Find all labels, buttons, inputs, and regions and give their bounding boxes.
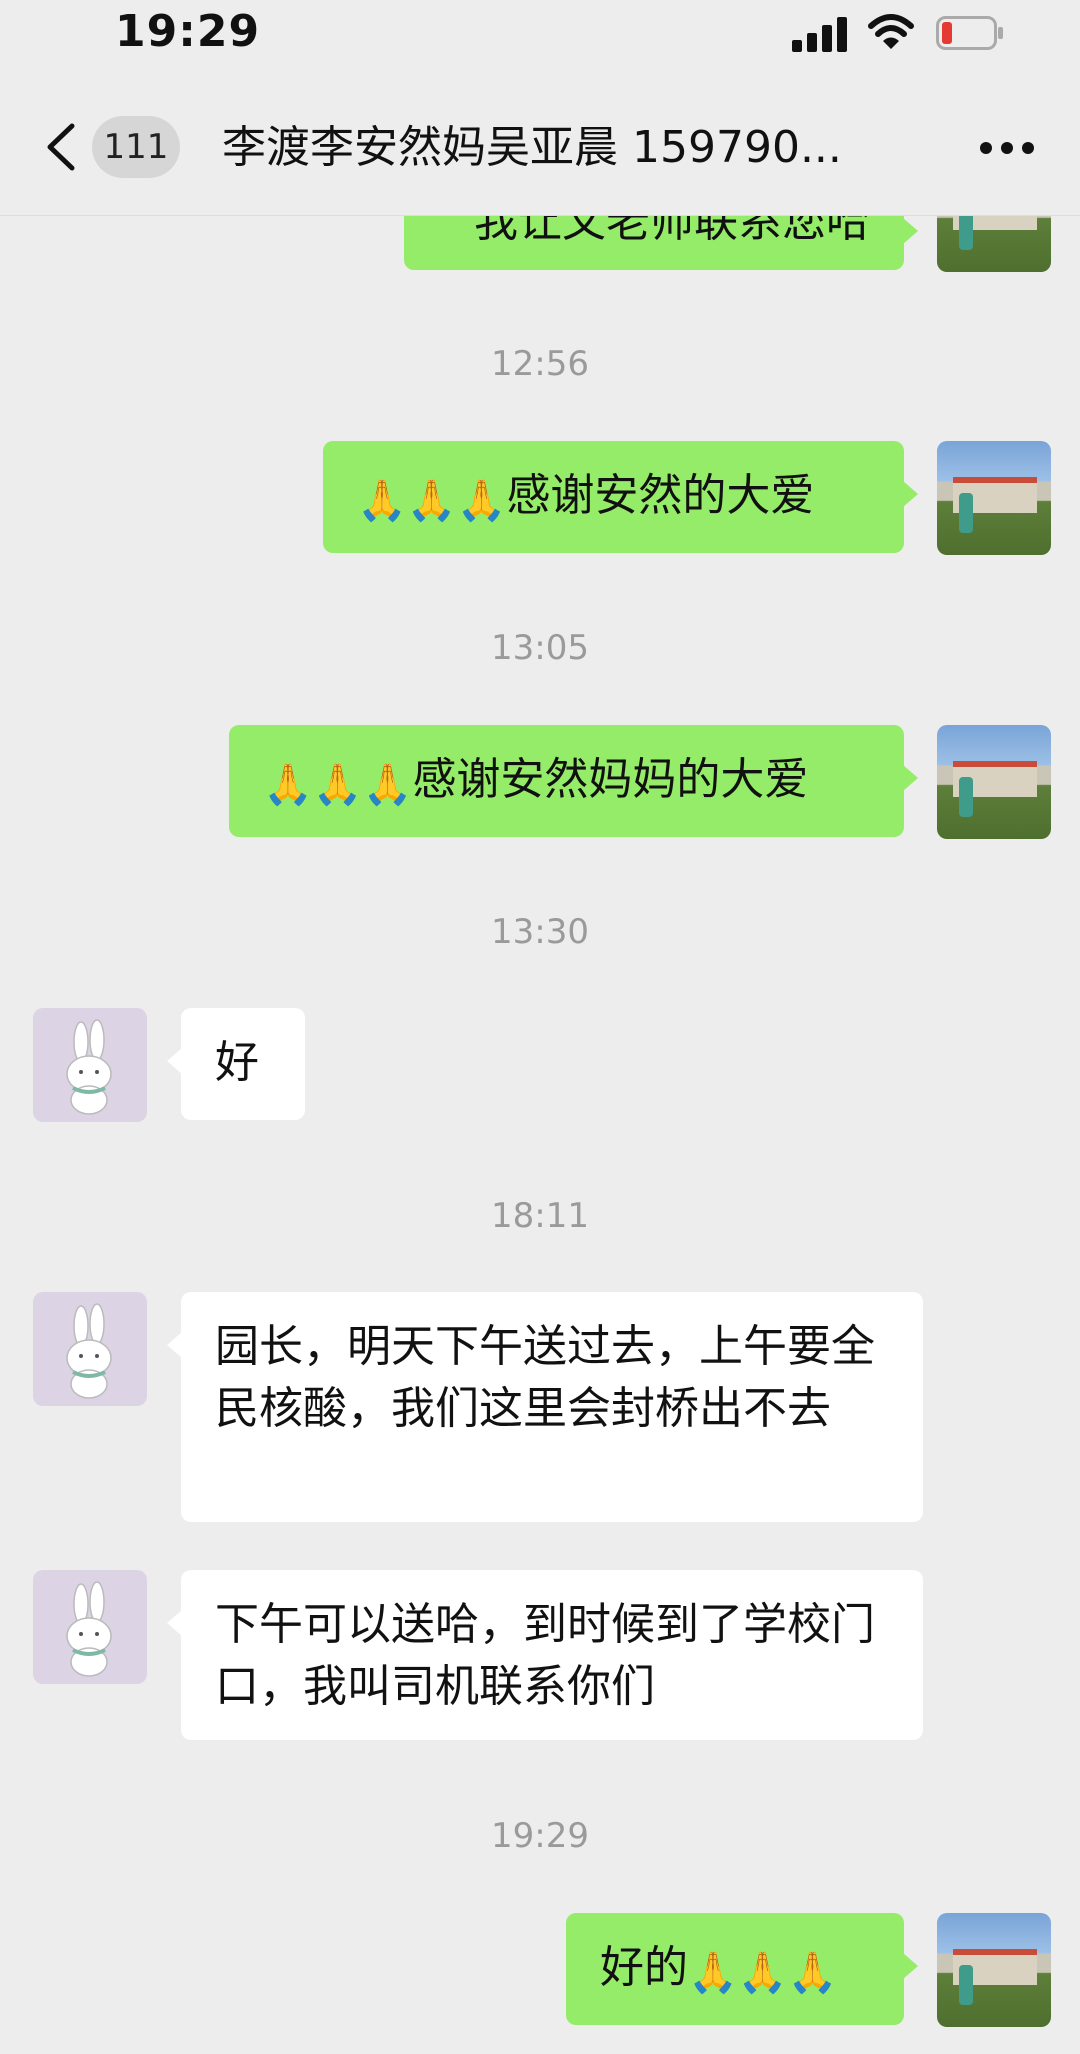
time-divider: 18:11 [491,1196,589,1236]
pray-icon: 🙏 [787,1950,838,1996]
bunny-icon [66,1303,112,1399]
wifi-icon [868,14,914,49]
status-bar: 19:29 [0,0,1080,70]
chat-title: 李渡李安然妈吴亚晨 159790... [222,122,842,173]
message-text: 园长，明天下午送过去，上午要全民核酸，我们这里会封桥出不去 [215,1321,875,1434]
message-bubble-received[interactable]: 下午可以送哈，到时候到了学校门口，我叫司机联系你们 [167,1570,923,1740]
time-divider: 19:29 [491,1816,589,1856]
contact-avatar[interactable] [33,1008,147,1122]
chat-area: 我让文老师联系您哈 12:56 🙏🙏🙏感谢安然的大爱 13:05 🙏🙏🙏感谢安然… [0,0,1080,2054]
message-text: 好 [215,1037,259,1088]
bunny-icon [66,1581,112,1677]
message-text: 好的 [600,1942,688,1993]
chat-header: 111 李渡李安然妈吴亚晨 159790... [0,70,1080,216]
message-text: 感谢安然的大爱 [506,470,815,521]
pray-icon: 🙏 [312,762,363,808]
time-divider: 13:30 [491,912,589,952]
bunny-icon [66,1019,112,1115]
time-divider: 13:05 [491,628,589,668]
message-bubble-received[interactable]: 园长，明天下午送过去，上午要全民核酸，我们这里会封桥出不去 [167,1292,923,1522]
time-divider: 12:56 [491,344,589,384]
message-text: 感谢安然妈妈的大爱 [412,754,809,805]
my-avatar[interactable] [937,441,1051,555]
pray-icon: 🙏 [362,762,413,808]
message-bubble-sent[interactable]: 🙏🙏🙏感谢安然的大爱 [323,441,918,553]
pray-icon: 🙏 [263,762,313,808]
message-bubble-sent[interactable]: 好的🙏🙏🙏 [566,1913,918,2025]
pray-icon: 🙏 [456,478,507,524]
status-time: 19:29 [115,6,261,57]
pray-icon: 🙏 [357,478,407,524]
signal-icon [792,16,850,52]
unread-count-badge[interactable]: 111 [92,116,180,178]
my-avatar[interactable] [937,1913,1051,2027]
more-options-icon[interactable] [980,142,1034,156]
contact-avatar[interactable] [33,1292,147,1406]
message-bubble-received[interactable]: 好 [167,1008,305,1120]
battery-icon [936,16,1003,50]
back-icon[interactable] [40,122,84,172]
pray-icon: 🙏 [688,1950,738,1996]
message-text: 下午可以送哈，到时候到了学校门口，我叫司机联系你们 [215,1599,875,1712]
pray-icon: 🙏 [406,478,457,524]
pray-icon: 🙏 [737,1950,788,1996]
contact-avatar[interactable] [33,1570,147,1684]
message-bubble-sent[interactable]: 🙏🙏🙏感谢安然妈妈的大爱 [229,725,918,837]
my-avatar[interactable] [937,725,1051,839]
